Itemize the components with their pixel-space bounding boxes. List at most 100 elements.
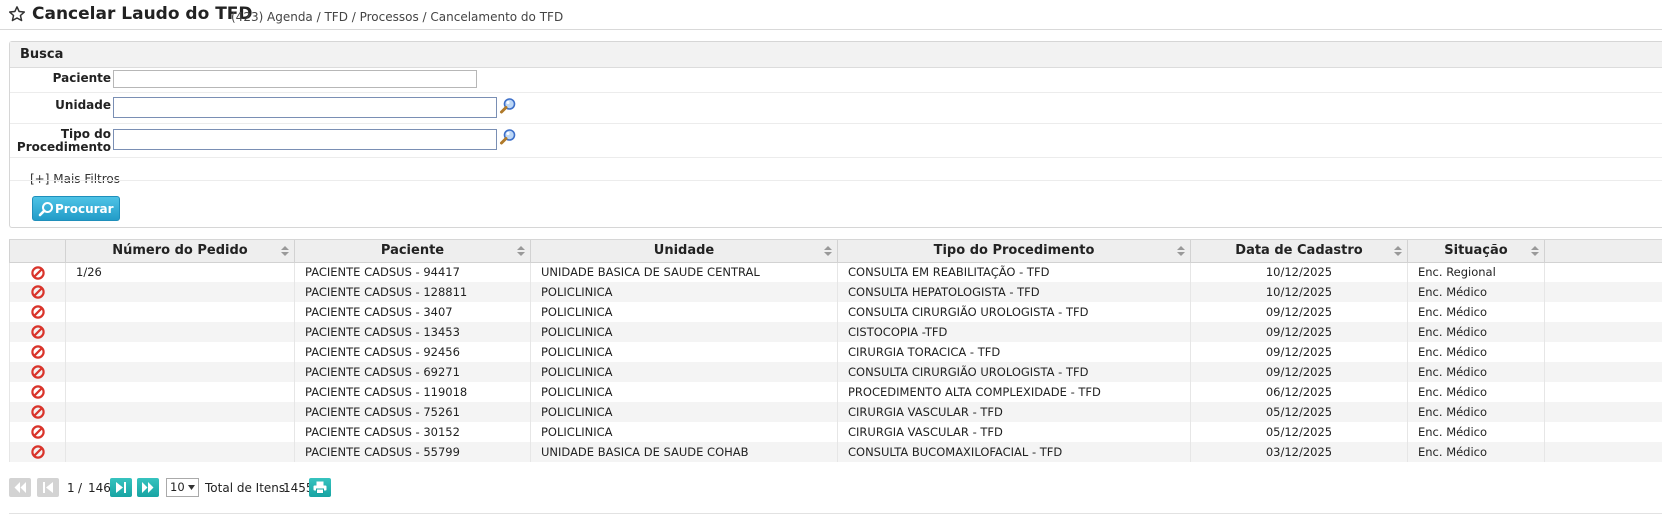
page-size-value: 10 (170, 480, 185, 494)
cell-tipo: CONSULTA CIRURGIÃO UROLOGISTA - TFD (837, 362, 1191, 382)
page-header: Cancelar Laudo do TFD (423) Agenda / TFD… (0, 0, 1662, 30)
cell-tipo: CIRURGIA VASCULAR - TFD (837, 422, 1191, 442)
cell-filler (1544, 362, 1662, 382)
cell-numero (65, 282, 295, 302)
next-page-button[interactable] (110, 478, 132, 497)
table-row[interactable]: PACIENTE CADSUS - 128811 POLICLINICA CONSU… (9, 282, 1662, 302)
pagination: 1 / 146 10 Total de Itens: 1455 (9, 478, 409, 500)
cancel-icon[interactable] (30, 425, 45, 439)
cell-filler (1544, 342, 1662, 362)
print-button[interactable] (309, 478, 331, 497)
paciente-label: Paciente (52, 71, 111, 85)
tipo-procedimento-input[interactable] (113, 129, 497, 150)
cell-paciente: PACIENTE CADSUS - 13453 (294, 322, 531, 342)
cell-tipo: CIRURGIA VASCULAR - TFD (837, 402, 1191, 422)
tipo-procedimento-lookup-icon[interactable] (499, 128, 517, 146)
column-header-situacao[interactable]: Situação (1407, 240, 1545, 263)
table-row[interactable]: PACIENTE CADSUS - 92456 POLICLINICA CIRURG… (9, 342, 1662, 362)
tipo-procedimento-label: Tipo do Procedimento (16, 127, 111, 154)
table-row[interactable]: PACIENTE CADSUS - 3407 POLICLINICA CONSULT… (9, 302, 1662, 322)
double-chevron-right-icon (142, 482, 154, 493)
cell-filler (1544, 442, 1662, 462)
column-header-actions (9, 240, 66, 263)
previous-page-button[interactable] (37, 478, 59, 497)
cell-data: 09/12/2025 (1190, 362, 1408, 382)
column-header-tipo-procedimento[interactable]: Tipo do Procedimento (837, 240, 1191, 263)
cancel-icon[interactable] (30, 325, 45, 339)
cell-numero (65, 422, 295, 442)
cell-tipo: CONSULTA CIRURGIÃO UROLOGISTA - TFD (837, 302, 1191, 322)
skip-previous-icon (43, 482, 53, 493)
search-button[interactable]: Procurar (32, 196, 120, 221)
cell-situacao: Enc. Médico (1407, 422, 1545, 442)
cell-paciente: PACIENTE CADSUS - 92456 (294, 342, 531, 362)
total-pages: 146 (88, 481, 111, 495)
cancel-icon[interactable] (30, 365, 45, 379)
page-size-select[interactable]: 10 (166, 478, 199, 497)
cancel-icon[interactable] (30, 305, 45, 319)
table-row[interactable]: PACIENTE CADSUS - 30152 POLICLINICA CIRURG… (9, 422, 1662, 442)
cell-data: 05/12/2025 (1190, 422, 1408, 442)
table-row[interactable]: PACIENTE CADSUS - 75261 POLICLINICA CIRURG… (9, 402, 1662, 422)
chevron-down-icon (188, 485, 195, 490)
cell-filler (1544, 302, 1662, 322)
cell-situacao: Enc. Médico (1407, 322, 1545, 342)
cell-paciente: PACIENTE CADSUS - 30152 (294, 422, 531, 442)
cell-data: 10/12/2025 (1190, 282, 1408, 302)
table-header-row: Número do Pedido Paciente Unidade Tipo d… (9, 240, 1662, 263)
cell-data: 10/12/2025 (1190, 262, 1408, 282)
cell-filler (1544, 422, 1662, 442)
cancel-icon[interactable] (30, 405, 45, 419)
cell-filler (1544, 402, 1662, 422)
cancel-icon[interactable] (30, 385, 45, 399)
column-header-data-cadastro[interactable]: Data de Cadastro (1190, 240, 1408, 263)
cell-tipo: PROCEDIMENTO ALTA COMPLEXIDADE - TFD (837, 382, 1191, 402)
last-page-button[interactable] (137, 478, 159, 497)
cell-paciente: PACIENTE CADSUS - 94417 (294, 262, 531, 282)
row-action-cell (9, 422, 66, 442)
table-row[interactable]: PACIENTE CADSUS - 119018 POLICLINICA PROCE… (9, 382, 1662, 402)
column-header-paciente[interactable]: Paciente (294, 240, 531, 263)
cancel-icon[interactable] (30, 345, 45, 359)
star-outline-icon[interactable] (8, 5, 26, 23)
unidade-lookup-icon[interactable] (499, 97, 517, 115)
cell-data: 06/12/2025 (1190, 382, 1408, 402)
cell-unidade: POLICLINICA (530, 322, 838, 342)
skip-next-icon (116, 482, 126, 493)
column-header-numero[interactable]: Número do Pedido (65, 240, 295, 263)
cell-numero (65, 362, 295, 382)
cell-unidade: POLICLINICA (530, 402, 838, 422)
column-header-unidade[interactable]: Unidade (530, 240, 838, 263)
sort-icon (1394, 246, 1402, 256)
table-row[interactable]: PACIENTE CADSUS - 69271 POLICLINICA CONSUL… (9, 362, 1662, 382)
first-page-button[interactable] (9, 478, 31, 497)
cell-data: 05/12/2025 (1190, 402, 1408, 422)
cell-paciente: PACIENTE CADSUS - 3407 (294, 302, 531, 322)
cell-tipo: CONSULTA EM REABILITAÇÃO - TFD (837, 262, 1191, 282)
cell-unidade: UNIDADE BASICA DE SAUDE COHAB (530, 442, 838, 462)
table-row[interactable]: PACIENTE CADSUS - 13453 POLICLINICA CISTOC… (9, 322, 1662, 342)
cancel-icon[interactable] (30, 445, 45, 459)
unidade-input[interactable] (113, 97, 497, 118)
row-divider (10, 123, 1662, 124)
unidade-label: Unidade (55, 98, 111, 112)
more-filters-link[interactable]: [+] Mais Filtros (30, 172, 120, 186)
cancel-icon[interactable] (30, 285, 45, 299)
table-row[interactable]: 1/26 PACIENTE CADSUS - 94417 UNIDADE BASIC… (9, 262, 1662, 282)
cell-unidade: POLICLINICA (530, 302, 838, 322)
cell-numero (65, 382, 295, 402)
cell-data: 09/12/2025 (1190, 342, 1408, 362)
cell-tipo: CISTOCOPIA -TFD (837, 322, 1191, 342)
cell-situacao: Enc. Médico (1407, 382, 1545, 402)
double-chevron-left-icon (14, 482, 26, 493)
cell-unidade: POLICLINICA (530, 422, 838, 442)
cancel-icon[interactable] (30, 265, 45, 280)
paciente-input[interactable] (113, 70, 477, 88)
row-divider (10, 180, 1662, 181)
cell-data: 09/12/2025 (1190, 322, 1408, 342)
row-action-cell (9, 322, 66, 342)
cell-unidade: POLICLINICA (530, 282, 838, 302)
cell-situacao: Enc. Médico (1407, 282, 1545, 302)
cell-data: 03/12/2025 (1190, 442, 1408, 462)
table-row[interactable]: PACIENTE CADSUS - 55799 UNIDADE BASICA DE… (9, 442, 1662, 462)
